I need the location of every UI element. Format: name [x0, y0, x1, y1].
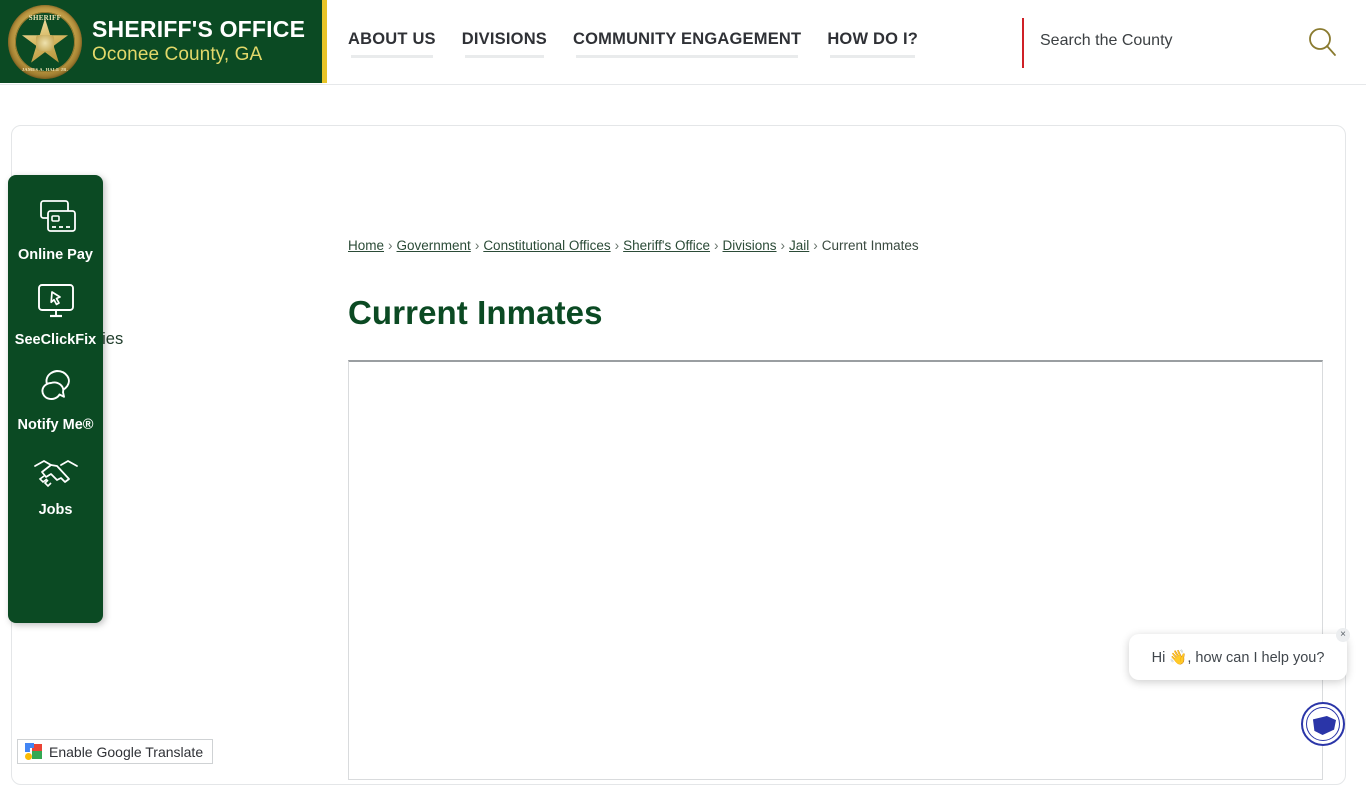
quick-link-notify-me[interactable]: Notify Me® [8, 363, 103, 436]
monitor-click-icon [33, 278, 79, 326]
search-input[interactable] [1040, 32, 1290, 50]
logo-titles: SHERIFF'S OFFICE Oconee County, GA [92, 16, 305, 67]
quick-link-label: SeeClickFix [14, 332, 97, 348]
nav-item-about-us[interactable]: ABOUT US [348, 30, 436, 58]
logo-gold-accent-bar [322, 0, 327, 83]
chat-greeting-bubble[interactable]: Hi 👋, how can I help you? [1129, 634, 1347, 680]
translate-label: Enable Google Translate [49, 743, 204, 760]
breadcrumb-separator: › [388, 238, 393, 253]
speech-bubbles-icon [33, 363, 79, 411]
breadcrumb-separator: › [614, 238, 620, 253]
quick-link-label: Jobs [38, 502, 73, 518]
nav-item-divisions[interactable]: DIVISIONS [462, 30, 547, 58]
chat-greeting-text: Hi 👋, how can I help you? [1151, 649, 1325, 666]
breadcrumb-link-sheriffs-office[interactable]: Sheriff's Office [623, 238, 710, 253]
badge-top-text: SHERIFF [28, 13, 62, 22]
breadcrumb-link-divisions[interactable]: Divisions [723, 238, 777, 253]
google-translate-icon [25, 743, 42, 760]
header-divider [1022, 18, 1024, 68]
breadcrumb-link-government[interactable]: Government [397, 238, 471, 253]
nav-item-how-do-i[interactable]: HOW DO I? [827, 30, 918, 58]
breadcrumb-link-jail[interactable]: Jail [789, 238, 809, 253]
breadcrumb-separator: › [714, 238, 719, 253]
nav-item-community-engagement[interactable]: COMMUNITY ENGAGEMENT [573, 30, 801, 58]
breadcrumb: Home › Government › Constitutional Offices › S… [348, 237, 919, 255]
search-button[interactable] [1300, 20, 1344, 64]
oconee-county-seal-icon[interactable] [1301, 702, 1345, 746]
site-logo[interactable]: SHERIFF JAMES A. HALE JR. SHERIFF'S OFFI… [0, 0, 322, 83]
logo-subtitle: Oconee County, GA [92, 44, 263, 65]
credit-card-icon [33, 193, 79, 241]
handshake-icon [31, 448, 81, 496]
quick-link-label: Online Pay [18, 247, 93, 263]
inmate-roster-frame[interactable] [348, 360, 1323, 780]
chat-close-icon[interactable]: × [1336, 628, 1350, 642]
sheriff-badge-icon: SHERIFF JAMES A. HALE JR. [8, 4, 82, 79]
quick-link-seeclickfix[interactable]: SeeClickFix [8, 278, 103, 351]
quick-links-panel: Online Pay SeeClickFix Notify Me® Jobs [8, 175, 103, 623]
page-title: Current Inmates [348, 294, 603, 331]
badge-bottom-text: JAMES A. HALE JR. [21, 66, 69, 72]
quick-link-online-pay[interactable]: Online Pay [8, 193, 103, 266]
breadcrumb-separator: › [474, 238, 480, 253]
logo-title: SHERIFF'S OFFICE [92, 16, 306, 42]
seal-inner-ring [1306, 707, 1340, 741]
breadcrumb-current: Current Inmates [821, 238, 919, 253]
badge-center-emblem [36, 34, 54, 51]
breadcrumb-separator: › [780, 238, 786, 253]
main-navigation: ABOUT US DIVISIONS COMMUNITY ENGAGEMENT … [348, 30, 918, 58]
search-icon [1309, 28, 1336, 56]
quick-link-jobs[interactable]: Jobs [8, 448, 103, 521]
quick-link-label: Notify Me® [17, 417, 94, 433]
breadcrumb-link-constitutional-offices[interactable]: Constitutional Offices [483, 238, 610, 253]
enable-google-translate-button[interactable]: Enable Google Translate [17, 739, 214, 764]
site-header: SHERIFF JAMES A. HALE JR. SHERIFF'S OFFI… [0, 0, 1366, 85]
breadcrumb-link-home[interactable]: Home [348, 238, 384, 253]
breadcrumb-separator: › [813, 238, 818, 253]
